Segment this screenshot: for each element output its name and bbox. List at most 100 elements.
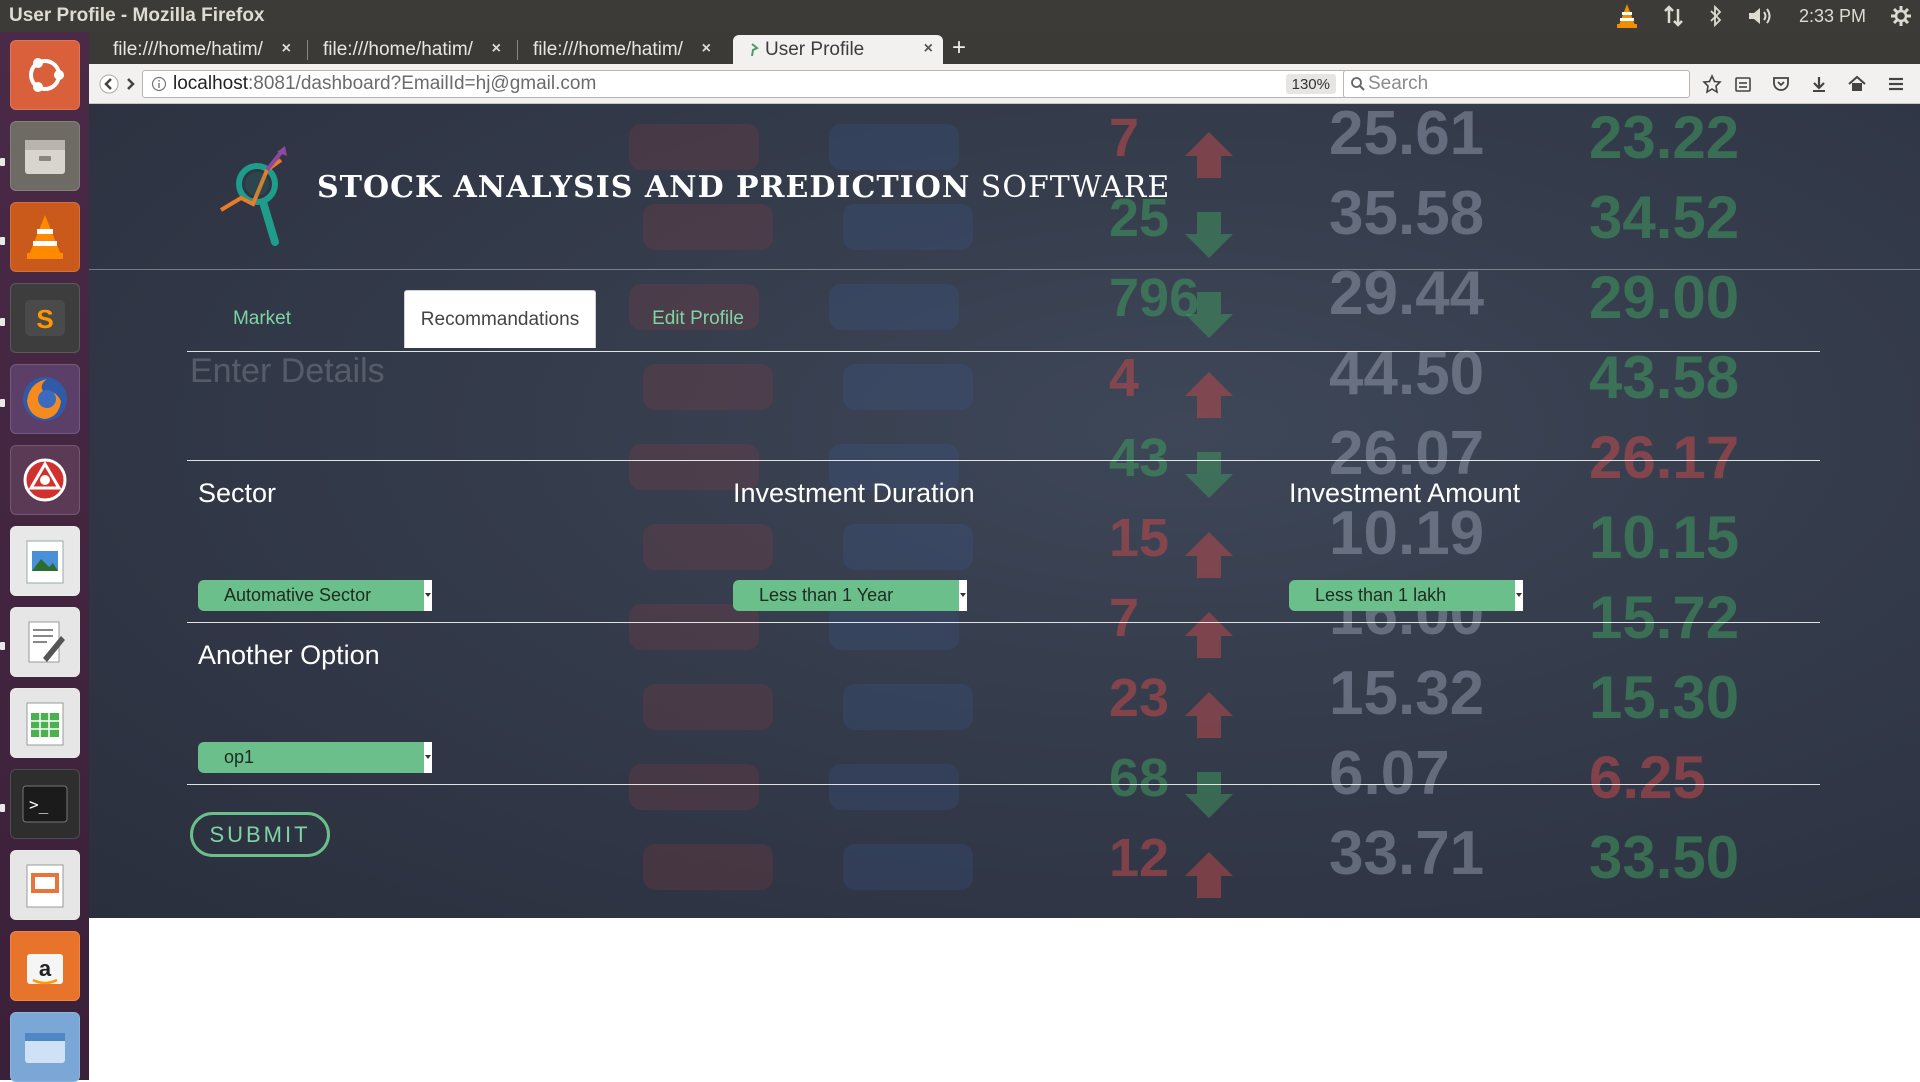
bookmarks-menu-icon[interactable] [1732,73,1754,95]
software-updater-icon[interactable] [10,1012,80,1082]
sublime-text-icon[interactable]: S [10,283,80,353]
firefox-icon[interactable] [10,364,80,434]
browser-tab-strip: file:///home/hatim/ × file:///home/hatim… [89,32,1920,64]
ticker-price-right: 33.50 [1589,824,1739,891]
ticker-change: 12 [1109,828,1169,888]
pocket-icon[interactable] [1770,73,1792,95]
top-panel: User Profile - Mozilla Firefox 2:33 PM [0,0,1920,32]
launcher-running-pip [0,804,5,812]
tab-market[interactable]: Market [207,290,317,348]
search-bar[interactable]: Search [1343,70,1690,98]
ticker-blur-block [643,364,773,410]
session-gear-icon[interactable] [1890,5,1912,27]
sector-select-value: Automative Sector [224,585,372,605]
url-bar[interactable]: localhost:8081/dashboard?EmailId=hj@gmai… [142,70,1381,98]
hero-section: 25.61 23.22 7 35.58 34.52 25 29.44 29.00 796 44.5… [89,104,1920,918]
ticker-blur-block [643,844,773,890]
system-app-icon[interactable] [10,445,80,515]
another-option-select[interactable]: op1 [198,742,432,773]
window-title: User Profile - Mozilla Firefox [9,5,265,26]
vlc-indicator-icon[interactable] [1615,3,1639,29]
clock[interactable]: 2:33 PM [1799,6,1866,27]
tab-edit-profile[interactable]: Edit Profile [623,290,773,348]
svg-text:a: a [39,956,52,981]
back-arrow-icon[interactable] [97,72,121,96]
another-option-label: Another Option [198,640,380,670]
duration-label: Investment Duration [733,478,975,508]
duration-select-value: Less than 1 Year [759,585,894,605]
duration-select[interactable]: Less than 1 Year [733,580,967,611]
home-icon[interactable] [1846,73,1868,95]
terminal-icon[interactable]: >_ [10,769,80,839]
ticker-up-arrow-icon [1185,372,1233,418]
ticker-price: 33.71 [1329,819,1484,888]
chevron-down-icon [959,580,967,611]
new-tab-plus-icon[interactable]: + [952,36,966,60]
chevron-down-icon [1515,580,1523,611]
presentation-icon[interactable] [10,850,80,920]
amount-label: Investment Amount [1289,478,1521,508]
site-info-icon[interactable] [151,76,167,98]
tab-title: User Profile [765,38,865,60]
chevron-down-icon [424,742,432,773]
browser-navbar: localhost:8081/dashboard?EmailId=hj@gmai… [89,64,1920,104]
tab-close-icon[interactable]: × [702,40,711,58]
submit-button[interactable]: SUBMIT [190,812,330,857]
ticker-blur-block [843,844,973,890]
bluetooth-icon[interactable] [1709,5,1723,27]
network-icon[interactable] [1663,5,1685,27]
tab-close-icon[interactable]: × [492,40,501,58]
browser-tab-active[interactable]: User Profile × [733,35,943,64]
tab-favicon-icon [745,42,759,64]
tab-title: file:///home/hatim/ [113,38,263,60]
brand-bold: STOCK ANALYSIS AND PREDICTION [317,170,971,205]
launcher-running-pip [0,642,5,650]
vlc-icon[interactable] [10,202,80,272]
amazon-icon[interactable]: a [10,931,80,1001]
text-editor-icon[interactable] [10,607,80,677]
ticker-up-arrow-icon [1185,852,1233,898]
browser-tab[interactable]: file:///home/hatim/ × [299,35,511,64]
url-path: :8081/dashboard?EmailId=hj@gmail.com [248,73,597,94]
ticker-change: 4 [1109,348,1139,408]
page-tabs: Market Recommandations Edit Profile [187,290,1820,352]
launcher-running-pip [0,318,5,326]
tab-close-icon[interactable]: × [282,40,291,58]
image-viewer-icon[interactable] [10,526,80,596]
tab-title: file:///home/hatim/ [533,38,683,60]
form-divider [187,460,1820,461]
launcher-running-pip [0,158,5,166]
magnifier-chart-logo-icon [219,140,299,252]
bookmark-star-icon[interactable] [1701,73,1723,95]
ubuntu-dash-icon[interactable] [10,40,80,110]
site-header: STOCK ANALYSIS AND PREDICTION SOFTWARE [89,104,1920,270]
downloads-icon[interactable] [1808,73,1830,95]
site-brand: STOCK ANALYSIS AND PREDICTION SOFTWARE [317,170,1170,205]
form-divider [187,784,1820,785]
ticker-blur-block [843,364,973,410]
volume-icon[interactable] [1747,5,1775,27]
section-title: Enter Details [190,352,385,390]
sector-select[interactable]: Automative Sector [198,580,432,611]
tab-title: file:///home/hatim/ [323,38,473,60]
browser-tab[interactable]: file:///home/hatim/ × [89,35,301,64]
tab-recommandations[interactable]: Recommandations [404,290,596,348]
tab-close-icon[interactable]: × [924,40,933,58]
svg-text:S: S [36,304,53,334]
amount-select[interactable]: Less than 1 lakh [1289,580,1523,611]
another-option-select-value: op1 [224,747,255,767]
search-icon [1350,76,1366,98]
search-placeholder: Search [1368,73,1429,94]
hamburger-menu-icon[interactable] [1885,73,1907,95]
browser-tab[interactable]: file:///home/hatim/ × [509,35,721,64]
launcher-running-pip [0,399,5,407]
launcher-running-pip [0,237,5,245]
chevron-down-icon [424,580,432,611]
forward-arrow-icon[interactable] [119,72,143,96]
ticker-price-right: 43.58 [1589,344,1739,411]
zoom-indicator[interactable]: 130% [1285,74,1336,94]
svg-text:>_: >_ [29,795,49,814]
files-icon[interactable] [10,121,80,191]
spreadsheet-icon[interactable] [10,688,80,758]
page-viewport: 25.61 23.22 7 35.58 34.52 25 29.44 29.00 796 44.5… [89,104,1920,1080]
